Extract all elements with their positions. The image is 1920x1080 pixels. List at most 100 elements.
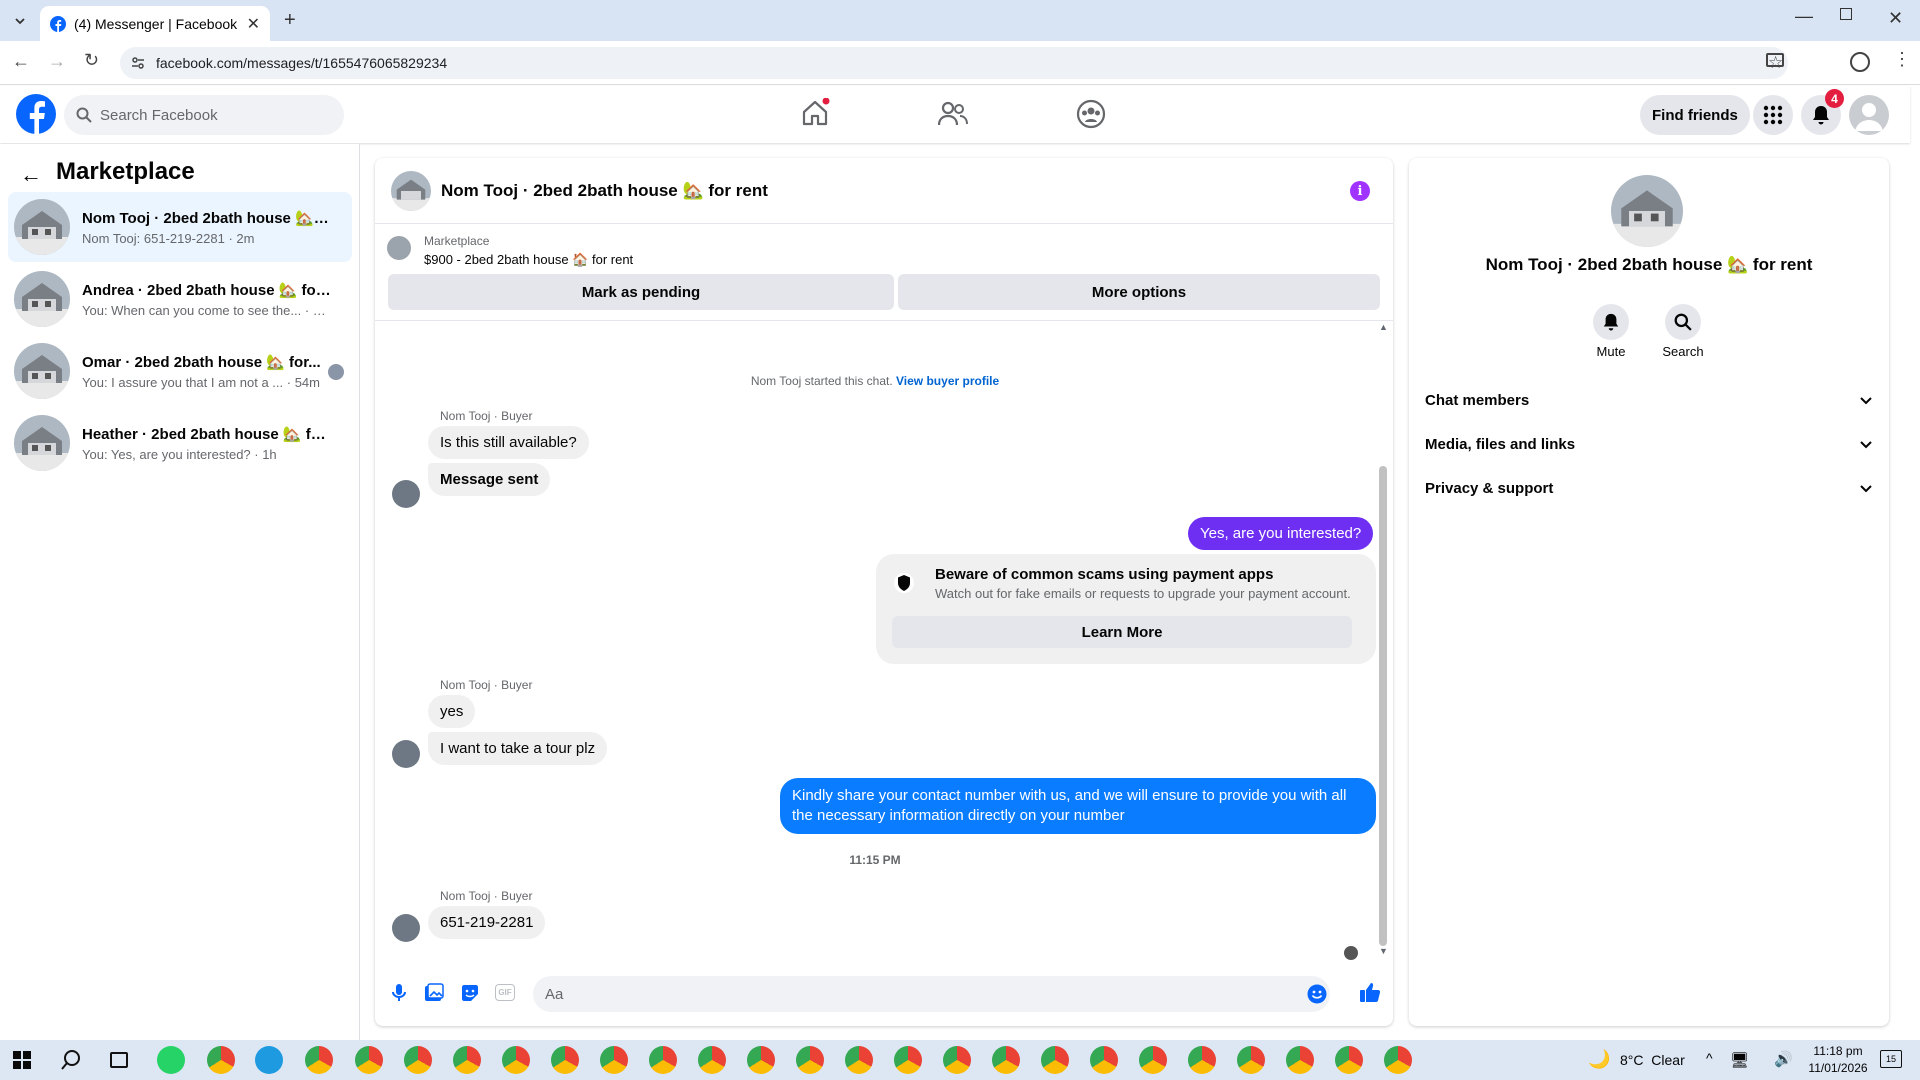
incoming-message[interactable]: I want to take a tour plz	[428, 732, 608, 765]
chrome-icon[interactable]	[796, 1046, 824, 1074]
find-friends-button[interactable]: Find friends	[1640, 95, 1750, 135]
chat-members-section[interactable]: Chat members	[1425, 380, 1873, 420]
clock-time[interactable]: 11:18 pm	[1806, 1044, 1870, 1058]
install-app-icon[interactable]	[1766, 53, 1784, 67]
like-thumb-icon[interactable]	[1359, 981, 1381, 1003]
chrome-icon[interactable]	[845, 1046, 873, 1074]
outgoing-message[interactable]: Kindly share your contact number with us…	[780, 778, 1376, 834]
show-hidden-icons-chevron[interactable]: ^	[1706, 1050, 1713, 1066]
tab-search-icon[interactable]	[8, 10, 32, 32]
conversation-item[interactable]: Andrea · 2bed 2bath house 🏡 for ... You:…	[8, 264, 352, 334]
chrome-icon[interactable]	[1188, 1046, 1216, 1074]
incoming-message[interactable]: yes	[428, 695, 476, 728]
chrome-icon[interactable]	[894, 1046, 922, 1074]
weather-text[interactable]: 8°C Clear	[1620, 1052, 1685, 1068]
menu-dots-icon[interactable]: ⋮	[1893, 49, 1911, 70]
browser-tab-messenger[interactable]: (4) Messenger | Facebook ✕	[40, 6, 270, 41]
home-icon[interactable]	[800, 98, 830, 128]
whatsapp-icon[interactable]	[157, 1046, 185, 1074]
chrome-icon[interactable]	[1041, 1046, 1069, 1074]
search-input[interactable]: Search Facebook	[64, 95, 344, 135]
privacy-support-section[interactable]: Privacy & support	[1425, 468, 1873, 508]
chrome-icon[interactable]	[1384, 1046, 1412, 1074]
outgoing-message[interactable]: Yes, are you interested?	[1188, 517, 1374, 550]
scroll-down-arrow[interactable]: ▼	[1379, 946, 1388, 956]
network-icon[interactable]: 🖥	[1730, 1051, 1749, 1069]
info-icon[interactable]: i	[1350, 181, 1370, 201]
gif-icon[interactable]: GIF	[495, 984, 515, 1001]
chat-avatar[interactable]	[391, 170, 431, 211]
chrome-icon[interactable]	[1090, 1046, 1118, 1074]
address-bar[interactable]: facebook.com/messages/t/1655476065829234…	[120, 47, 1788, 79]
media-files-links-section[interactable]: Media, files and links	[1425, 424, 1873, 464]
close-window-button[interactable]: ✕	[1888, 8, 1903, 29]
conversation-item[interactable]: Nom Tooj · 2bed 2bath house 🏡 f... Nom T…	[8, 192, 352, 262]
chrome-icon[interactable]	[943, 1046, 971, 1074]
emoji-icon[interactable]	[1307, 984, 1327, 1004]
listing-title[interactable]: $900 - 2bed 2bath house 🏠 for rent	[424, 252, 633, 268]
moon-weather-icon[interactable]: 🌙	[1588, 1049, 1610, 1070]
chrome-icon[interactable]	[207, 1046, 235, 1074]
scrollbar-thumb[interactable]	[1379, 466, 1387, 946]
friends-icon[interactable]	[938, 99, 968, 127]
conversation-item[interactable]: Omar · 2bed 2bath house 🏡 for... You: I …	[8, 336, 352, 406]
groups-icon[interactable]	[1076, 99, 1106, 129]
facebook-logo-icon[interactable]	[16, 94, 56, 134]
notifications-button[interactable]: 4	[1801, 89, 1844, 135]
chrome-icon[interactable]	[747, 1046, 775, 1074]
incoming-message[interactable]: Message sent	[428, 463, 551, 496]
account-avatar-button[interactable]	[1849, 95, 1889, 135]
chrome-icon[interactable]	[502, 1046, 530, 1074]
task-view-icon[interactable]	[110, 1052, 128, 1068]
taskbar-search-icon[interactable]	[60, 1049, 82, 1071]
view-buyer-profile-link[interactable]: View buyer profile	[896, 374, 999, 388]
learn-more-button[interactable]: Learn More	[892, 616, 1352, 648]
chrome-icon[interactable]	[453, 1046, 481, 1074]
chrome-icon[interactable]	[1139, 1046, 1167, 1074]
minimize-button[interactable]: —	[1795, 6, 1813, 27]
maximize-button[interactable]	[1840, 8, 1852, 20]
mute-button[interactable]	[1593, 304, 1629, 340]
notification-center-icon[interactable]: 15	[1880, 1050, 1902, 1068]
chrome-icon[interactable]	[1237, 1046, 1265, 1074]
incoming-message[interactable]: 651-219-2281	[428, 906, 546, 939]
chat-details-panel: Nom Tooj · 2bed 2bath house 🏡 for rent M…	[1409, 158, 1889, 1026]
chat-title[interactable]: Nom Tooj · 2bed 2bath house 🏡 for rent	[441, 181, 768, 201]
conversation-item[interactable]: Heather · 2bed 2bath house 🏡 for... You:…	[8, 408, 352, 478]
edge-icon[interactable]	[255, 1046, 283, 1074]
back-arrow-icon[interactable]: ←	[20, 162, 42, 188]
chrome-icon[interactable]	[305, 1046, 333, 1074]
chrome-icon[interactable]	[355, 1046, 383, 1074]
tab-close-icon[interactable]: ✕	[247, 14, 260, 34]
microphone-icon[interactable]	[391, 983, 407, 1003]
chrome-icon[interactable]	[698, 1046, 726, 1074]
reload-icon[interactable]: ↻	[84, 50, 99, 71]
details-avatar[interactable]	[1611, 175, 1683, 247]
profile-icon[interactable]	[1850, 52, 1870, 72]
new-tab-button[interactable]: +	[284, 9, 296, 32]
message-input-placeholder: Aa	[545, 985, 564, 1003]
chrome-icon[interactable]	[1335, 1046, 1363, 1074]
windows-start-icon[interactable]	[13, 1051, 31, 1069]
incoming-message[interactable]: Is this still available?	[428, 426, 589, 459]
more-options-button[interactable]: More options	[898, 274, 1380, 310]
clock-date[interactable]: 11/01/2026	[1806, 1061, 1870, 1075]
chrome-icon[interactable]	[600, 1046, 628, 1074]
site-info-icon[interactable]	[130, 55, 146, 71]
scroll-up-arrow[interactable]: ▲	[1379, 322, 1388, 332]
sticker-icon[interactable]	[460, 983, 480, 1003]
menu-grid-button[interactable]	[1753, 95, 1793, 135]
mute-label: Mute	[1596, 344, 1626, 359]
mark-pending-button[interactable]: Mark as pending	[388, 274, 894, 310]
chrome-icon[interactable]	[551, 1046, 579, 1074]
chrome-icon[interactable]	[649, 1046, 677, 1074]
volume-icon[interactable]: 🔊	[1774, 1050, 1793, 1068]
chrome-icon[interactable]	[992, 1046, 1020, 1074]
photo-icon[interactable]	[424, 983, 444, 1003]
message-input[interactable]: Aa	[533, 976, 1330, 1012]
back-icon[interactable]: ←	[12, 51, 30, 72]
forward-icon[interactable]: →	[48, 51, 66, 72]
chrome-icon[interactable]	[404, 1046, 432, 1074]
search-in-chat-button[interactable]	[1665, 304, 1701, 340]
chrome-icon[interactable]	[1286, 1046, 1314, 1074]
